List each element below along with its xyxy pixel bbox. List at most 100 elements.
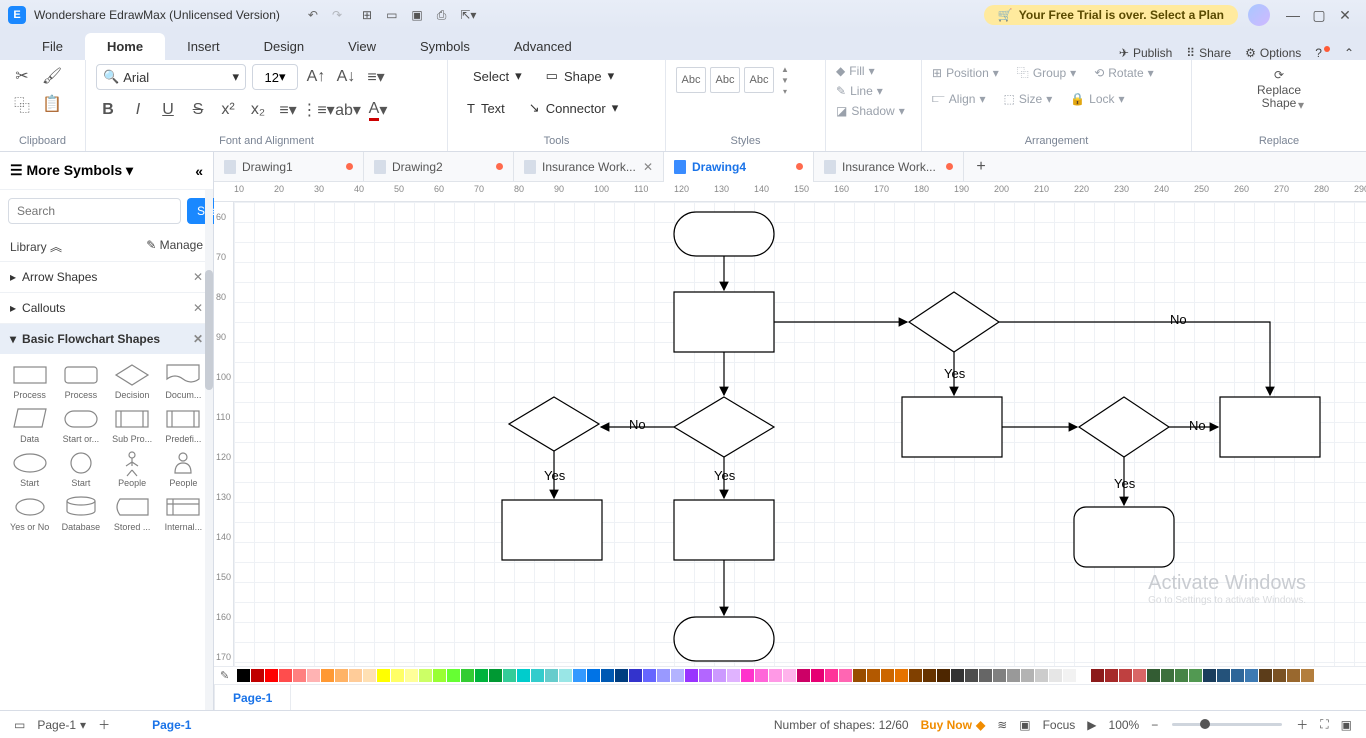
color-swatch[interactable]	[965, 669, 978, 682]
color-swatch[interactable]	[335, 669, 348, 682]
shape-stored ...[interactable]: Stored ...	[107, 492, 158, 534]
color-swatch[interactable]	[573, 669, 586, 682]
color-swatch[interactable]	[671, 669, 684, 682]
color-swatch[interactable]	[559, 669, 572, 682]
add-tab-button[interactable]: +	[964, 152, 998, 181]
color-swatch[interactable]	[685, 669, 698, 682]
color-swatch[interactable]	[727, 669, 740, 682]
color-swatch[interactable]	[937, 669, 950, 682]
color-swatch[interactable]	[503, 669, 516, 682]
category-callouts[interactable]: ▸ Callouts✕	[0, 292, 213, 323]
increase-font-button[interactable]: A↑	[304, 65, 328, 89]
italic-button[interactable]: I	[126, 98, 150, 122]
color-swatch[interactable]	[1077, 669, 1090, 682]
color-swatch[interactable]	[377, 669, 390, 682]
color-swatch[interactable]	[265, 669, 278, 682]
color-swatch[interactable]	[363, 669, 376, 682]
line-button[interactable]: ✎ Line ▾	[836, 84, 883, 98]
style-preset-2[interactable]: Abc	[710, 67, 740, 93]
color-swatch[interactable]	[993, 669, 1006, 682]
line-spacing-button[interactable]: ≡▾	[276, 98, 300, 122]
menu-insert[interactable]: Insert	[165, 33, 242, 60]
shape-process[interactable]: Process	[4, 360, 55, 402]
color-swatch[interactable]	[489, 669, 502, 682]
shape-decision[interactable]: Decision	[107, 360, 158, 402]
connector-tool-button[interactable]: ↘ Connector ▾	[520, 96, 627, 120]
trial-banner[interactable]: 🛒 Your Free Trial is over. Select a Plan	[984, 5, 1238, 25]
color-swatch[interactable]	[1007, 669, 1020, 682]
shape-yes or no[interactable]: Yes or No	[4, 492, 55, 534]
close-icon[interactable]: ✕	[193, 332, 203, 346]
color-swatch[interactable]	[1203, 669, 1216, 682]
doc-tab[interactable]: Drawing1	[214, 152, 364, 181]
replace-shape-button[interactable]: ⟳ Replace Shape ▾	[1249, 64, 1309, 130]
subscript-button[interactable]: x₂	[246, 98, 270, 122]
doc-tab[interactable]: Drawing4	[664, 152, 814, 181]
shape-process[interactable]: Process	[55, 360, 106, 402]
align-button[interactable]: ⫍ Align▾	[932, 91, 986, 106]
share-button[interactable]: ⠿ Share	[1186, 46, 1231, 60]
redo-button[interactable]: ↷	[332, 8, 342, 22]
color-swatch[interactable]	[475, 669, 488, 682]
doc-tab[interactable]: Insurance Work...✕	[514, 152, 664, 181]
color-swatch[interactable]	[1245, 669, 1258, 682]
color-swatch[interactable]	[1301, 669, 1314, 682]
cut-button[interactable]: ✂	[10, 64, 34, 88]
color-swatch[interactable]	[237, 669, 250, 682]
new-doc-button[interactable]: ⊞	[362, 8, 372, 23]
color-swatch[interactable]	[1147, 669, 1160, 682]
layers-button[interactable]: ≋	[991, 718, 1013, 732]
color-swatch[interactable]	[797, 669, 810, 682]
user-avatar[interactable]	[1248, 4, 1270, 26]
color-swatch[interactable]	[839, 669, 852, 682]
color-swatch[interactable]	[447, 669, 460, 682]
color-swatch[interactable]	[433, 669, 446, 682]
collapse-ribbon-button[interactable]: ⌃	[1344, 46, 1354, 60]
help-button[interactable]: ?	[1315, 46, 1330, 60]
focus-button[interactable]: Focus	[1037, 718, 1082, 732]
save-button[interactable]: ▣	[411, 8, 422, 23]
color-swatch[interactable]	[615, 669, 628, 682]
category-arrow-shapes[interactable]: ▸ Arrow Shapes✕	[0, 261, 213, 292]
text-tool-button[interactable]: T Text	[458, 97, 514, 120]
export-button[interactable]: ⇱▾	[460, 8, 476, 23]
library-toggle[interactable]: Library ︽	[10, 238, 62, 255]
add-page-button[interactable]: ＋	[92, 716, 116, 733]
color-swatch[interactable]	[601, 669, 614, 682]
more-symbols-button[interactable]: More Symbols ▾	[26, 162, 133, 179]
menu-symbols[interactable]: Symbols	[398, 33, 492, 60]
size-button[interactable]: ⬚ Size▾	[1004, 92, 1053, 106]
shape-data[interactable]: Data	[4, 404, 55, 446]
color-swatch[interactable]	[769, 669, 782, 682]
color-swatch[interactable]	[1133, 669, 1146, 682]
shape-people[interactable]: People	[158, 448, 209, 490]
page-tab-1[interactable]: Page-1	[214, 685, 291, 710]
color-swatch[interactable]	[979, 669, 992, 682]
color-swatch[interactable]	[1217, 669, 1230, 682]
undo-button[interactable]: ↶	[308, 8, 318, 22]
color-swatch[interactable]	[1273, 669, 1286, 682]
color-swatch[interactable]	[293, 669, 306, 682]
copy-button[interactable]: ⿻	[10, 92, 34, 116]
buy-now-button[interactable]: Buy Now ◆	[915, 718, 992, 732]
style-more-button[interactable]: ▾	[778, 86, 792, 96]
color-swatch[interactable]	[587, 669, 600, 682]
color-swatch[interactable]	[1035, 669, 1048, 682]
color-swatch[interactable]	[909, 669, 922, 682]
color-swatch[interactable]	[643, 669, 656, 682]
color-swatch[interactable]	[321, 669, 334, 682]
color-swatch[interactable]	[1259, 669, 1272, 682]
paste-button[interactable]: 📋	[40, 92, 64, 116]
doc-tab[interactable]: Insurance Work...	[814, 152, 964, 181]
color-swatch[interactable]	[755, 669, 768, 682]
color-swatch[interactable]	[657, 669, 670, 682]
style-next-button[interactable]: ▼	[778, 75, 792, 85]
fit-page-button[interactable]: ⛶	[1314, 717, 1334, 732]
color-swatch[interactable]	[867, 669, 880, 682]
color-swatch[interactable]	[629, 669, 642, 682]
color-swatch[interactable]	[391, 669, 404, 682]
shadow-button[interactable]: ◪ Shadow ▾	[836, 104, 905, 118]
color-swatch[interactable]	[1049, 669, 1062, 682]
color-swatch[interactable]	[531, 669, 544, 682]
decrease-font-button[interactable]: A↓	[334, 65, 358, 89]
